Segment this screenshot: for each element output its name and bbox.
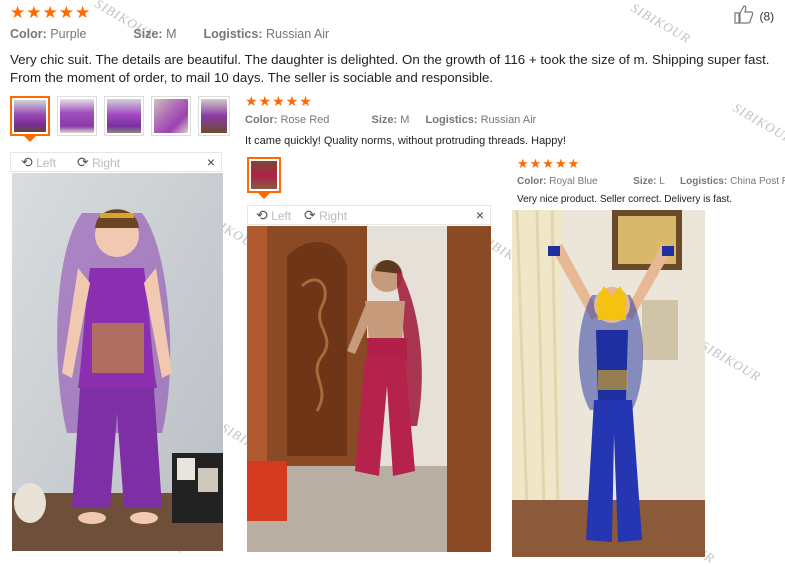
logistics-label: Logistics: [425,114,478,126]
color-value: Rose Red [280,114,330,126]
selected-indicator [258,193,270,199]
thumbs-up-icon [733,4,755,29]
photo-thumbnail[interactable] [104,96,144,136]
rotate-left-icon: ⟲ [21,154,33,170]
review-meta: Color: Purple Size: M Logistics: Russian… [10,27,329,41]
review-text: It came quickly! Quality norms, without … [245,135,566,147]
image-viewer-controls: ⟲ Left ⟳ Right × [10,152,222,172]
logistics-value: Russian Air [480,114,537,126]
size-label: Size: [133,27,163,41]
helpful-button[interactable]: (8) [733,4,774,26]
rotate-right-button[interactable]: ⟳ Right [304,207,347,224]
rotate-right-icon: ⟳ [304,207,316,223]
photo-thumbnail[interactable] [198,96,230,136]
rating-stars: ★★★★★ [517,156,581,171]
review-photo [512,210,705,557]
rotate-left-button[interactable]: ⟲ Left [256,207,291,224]
close-icon[interactable]: × [476,207,484,223]
image-viewer-controls: ⟲ Left ⟳ Right × [247,205,491,225]
size-value: M [400,114,410,126]
color-label: Color: [245,114,278,126]
helpful-count: (8) [759,9,775,24]
size-label: Size: [371,114,398,126]
review-meta: Color: Royal Blue Size: L Logistics: Chi… [517,176,785,187]
rotate-right-icon: ⟳ [77,154,89,170]
logistics-label: Logistics: [203,27,263,41]
rotate-right-button[interactable]: ⟳ Right [77,154,120,171]
size-label: Size: [633,176,657,187]
watermark: SIBIKOUR [698,338,764,385]
photo-thumbnail[interactable] [57,96,97,136]
photo-thumbnail[interactable] [151,96,191,136]
close-icon[interactable]: × [207,154,215,170]
size-value: M [166,27,177,41]
color-value: Royal Blue [549,176,598,187]
rating-stars: ★★★★★ [10,3,92,22]
review-meta: Color: Rose Red Size: M Logistics: Russi… [245,114,536,126]
rotate-left-button[interactable]: ⟲ Left [21,154,56,171]
rotate-left-icon: ⟲ [256,207,268,223]
review-text: Very chic suit. The details are beautifu… [10,52,770,85]
selected-indicator [24,136,36,142]
color-label: Color: [10,27,47,41]
logistics-value: China Post Regi: [730,176,785,187]
photo-thumbnail[interactable] [10,96,50,136]
logistics-value: Russian Air [266,27,330,41]
color-value: Purple [50,27,87,41]
rating-stars: ★★★★★ [245,93,313,109]
size-value: L [659,176,665,187]
review-photo [12,173,223,551]
photo-thumbnail[interactable] [247,157,281,193]
color-label: Color: [517,176,547,187]
watermark: SIBIKOUR [628,0,694,47]
review-photo [247,226,491,552]
logistics-label: Logistics: [680,176,728,187]
review-text: Very nice product. Seller correct. Deliv… [517,194,733,205]
watermark: SIBIKOUR [730,100,785,147]
